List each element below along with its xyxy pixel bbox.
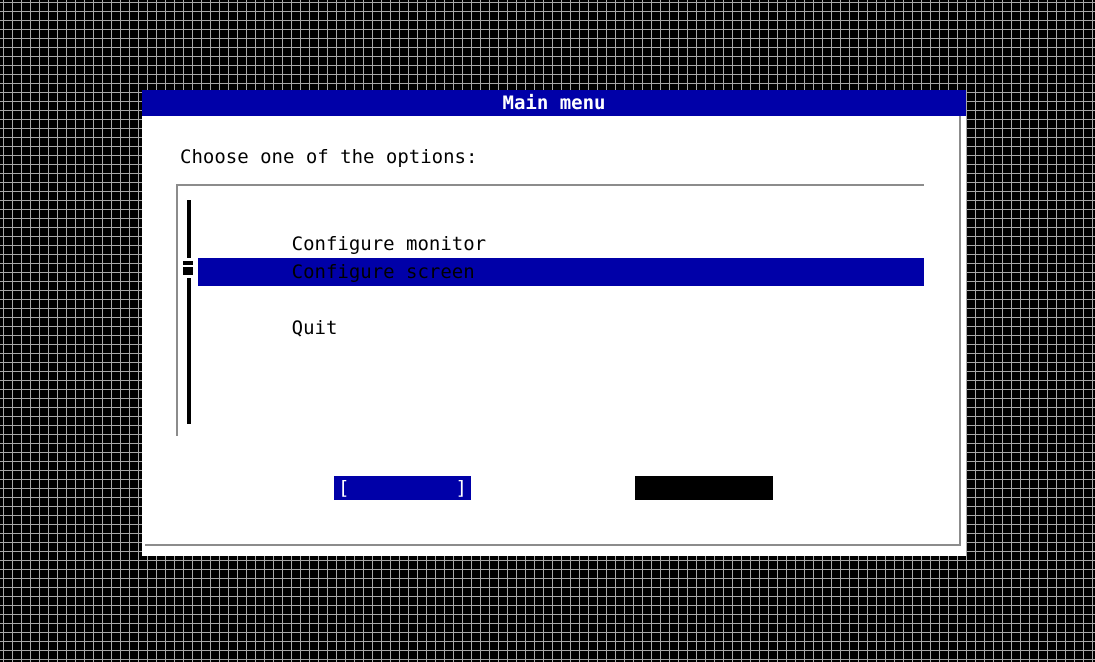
list-frame-left [176,186,178,436]
ok-button-left-bracket: [ [338,477,350,499]
menu-item-label: Write /etc/conf/xorg.conf and quit [291,289,681,311]
ok-button-right-bracket: ] [455,477,467,499]
dialog-title: Main menu [142,90,966,116]
dialog-frame-bottom [145,544,961,546]
list-scrollbar-thumb[interactable] [183,258,193,278]
menu-item-label: Configure screen [291,261,475,283]
ok-button[interactable]: [ Ok ] [334,476,471,547]
cancel-button[interactable]: Cancel [635,476,773,523]
menu-item-label: Configure monitor [291,233,487,255]
menu-item-configure-monitor[interactable]: Configure monitor [198,202,924,255]
list-frame-top [176,184,924,186]
cancel-button-label: Cancel [692,501,762,523]
options-list: Configure monitor Configure screen Write… [198,202,924,339]
dialog-prompt: Choose one of the options: [180,146,478,168]
menu-item-label: Quit [291,317,338,339]
list-scrollbar[interactable] [187,200,191,424]
main-menu-dialog: Main menu Choose one of the options: Con… [142,90,966,556]
